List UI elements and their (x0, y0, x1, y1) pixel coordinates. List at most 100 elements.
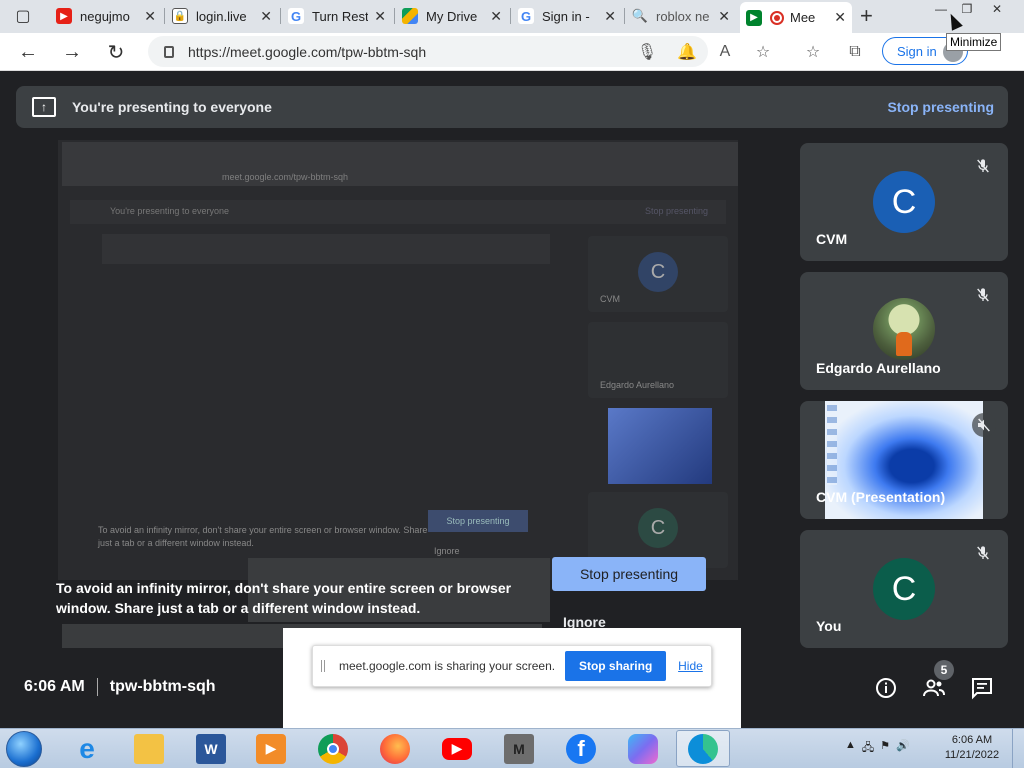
meeting-details-icon[interactable] (873, 675, 899, 701)
tab-title: My Drive (426, 8, 478, 24)
facebook-icon: f (566, 733, 596, 764)
network-icon[interactable]: 🖧 (862, 739, 874, 758)
back-icon[interactable]: ← (16, 40, 40, 64)
show-hidden-icons-icon[interactable]: ▲ (845, 739, 856, 758)
tab-title: login.live (196, 8, 247, 24)
document-icon: 🔒 (172, 8, 188, 24)
collections-icon[interactable]: ⧉ (844, 41, 866, 63)
browser-tab-4[interactable]: My Drive ✕ (396, 2, 508, 30)
google-icon: G (288, 8, 304, 24)
new-tab-button[interactable]: + (860, 3, 873, 29)
tab-title: negujmo (80, 8, 130, 24)
taskbar-word[interactable]: W (184, 730, 238, 767)
microphone-icon[interactable]: 🎙 (636, 41, 658, 63)
participant-name: You (816, 618, 842, 634)
refresh-icon[interactable]: ↻ (104, 40, 128, 64)
show-desktop-button[interactable] (1012, 729, 1024, 768)
mirror-ignore: Ignore (434, 546, 460, 556)
participant-name: Edgardo Aurellano (816, 360, 941, 376)
participant-tile-cvm[interactable]: C CVM (800, 143, 1008, 261)
browser-tab-1[interactable]: ▶ negujmo ✕ (50, 2, 162, 30)
close-tab-icon[interactable]: ✕ (260, 8, 272, 25)
browser-tab-strip: ▢ ▶ negujmo ✕ 🔒 login.live ✕ G Turn Rest… (0, 0, 1024, 33)
browser-tab-3[interactable]: G Turn Rest ✕ (282, 2, 392, 30)
add-favorite-icon[interactable]: ☆ (752, 41, 774, 63)
taskbar-ie[interactable]: e (60, 730, 114, 767)
sign-in-label: Sign in (897, 43, 937, 59)
flag-icon[interactable]: ⚑ (880, 739, 890, 758)
people-count-badge: 5 (934, 660, 954, 680)
mirror-tile: C CVM (588, 236, 728, 312)
read-aloud-icon[interactable]: A (714, 41, 736, 63)
volume-icon[interactable]: 🔊 (896, 739, 910, 758)
present-screen-icon: ↑ (32, 97, 56, 117)
mirror-main-area (102, 234, 550, 264)
firefox-icon (380, 733, 410, 764)
mirror-tile-label: CVM (600, 294, 620, 304)
close-window-button[interactable]: ✕ (984, 0, 1010, 18)
taskbar-firefox[interactable] (368, 730, 422, 767)
taskbar-media[interactable]: ▶ (244, 730, 298, 767)
mirror-banner-text: You're presenting to everyone (110, 206, 229, 216)
recording-icon (770, 10, 784, 25)
stop-sharing-button[interactable]: Stop sharing (565, 651, 667, 681)
close-tab-icon[interactable]: ✕ (144, 8, 156, 25)
browser-tab-2[interactable]: 🔒 login.live ✕ (166, 2, 278, 30)
system-tray: ▲ 🖧 ⚑ 🔊 (845, 739, 910, 758)
participant-tile-edgardo[interactable]: Edgardo Aurellano (800, 272, 1008, 390)
mirror-browser-chrome: meet.google.com/tpw-bbtm-sqh (62, 142, 738, 186)
taskbar-explorer[interactable] (122, 730, 176, 767)
mic-off-icon (974, 157, 992, 175)
taskbar-copilot[interactable] (616, 730, 670, 767)
chat-icon[interactable] (969, 675, 995, 701)
google-icon: G (518, 8, 534, 24)
windows-taskbar: e W ▶ ▶ M f ▲ 🖧 ⚑ 🔊 6:06 AM 11/21/2022 (0, 728, 1024, 768)
mirror-banner-stop: Stop presenting (644, 206, 708, 216)
avatar: C (873, 558, 935, 620)
youtube-icon: ▶ (56, 8, 72, 24)
browser-tab-5[interactable]: G Sign in - ✕ (512, 2, 622, 30)
browser-tab-6[interactable]: 🔍 roblox ne ✕ (626, 2, 736, 30)
taskbar-chrome[interactable] (306, 730, 360, 767)
participant-tile-presentation[interactable]: CVM (Presentation) (800, 401, 1008, 519)
address-toolbar: ← → ↻ https://meet.google.com/tpw-bbtm-s… (0, 33, 1024, 71)
stop-presenting-button[interactable]: Stop presenting (552, 557, 706, 591)
stop-presenting-link[interactable]: Stop presenting (887, 99, 994, 115)
mirror-stop-button: Stop presenting (428, 510, 528, 532)
forward-icon[interactable]: → (60, 40, 84, 64)
chrome-icon (318, 733, 348, 764)
participant-tile-you[interactable]: C You (800, 530, 1008, 648)
taskbar-facebook[interactable]: f (554, 730, 608, 767)
hide-link[interactable]: Hide (678, 659, 703, 673)
meeting-info: 6:06 AM tpw-bbtm-sqh (24, 678, 216, 696)
copilot-icon (628, 733, 658, 764)
mic-off-icon (974, 544, 992, 562)
tab-actions-icon[interactable]: ▢ (8, 4, 38, 28)
favorites-icon[interactable]: ☆ (802, 41, 824, 63)
close-tab-icon[interactable]: ✕ (374, 8, 386, 25)
mirror-tile-label: Edgardo Aurellano (600, 380, 675, 390)
presenting-banner: ↑ You're presenting to everyone Stop pre… (16, 86, 1008, 128)
address-bar[interactable]: https://meet.google.com/tpw-bbtm-sqh (148, 36, 708, 67)
clock-date: 11/21/2022 (944, 749, 1000, 761)
notifications-blocked-icon[interactable]: 🔔 (676, 41, 698, 63)
lock-icon (164, 45, 174, 58)
tab-title: roblox ne (656, 8, 710, 24)
close-tab-icon[interactable]: ✕ (718, 8, 730, 25)
url-text: https://meet.google.com/tpw-bbtm-sqh (188, 43, 427, 60)
mirror-tile: Edgardo Aurellano (588, 322, 728, 398)
close-tab-icon[interactable]: ✕ (834, 9, 846, 26)
close-tab-icon[interactable]: ✕ (604, 8, 616, 25)
start-button[interactable] (6, 731, 42, 767)
presenting-text: You're presenting to everyone (72, 99, 272, 115)
close-tab-icon[interactable]: ✕ (490, 8, 502, 25)
browser-tab-meet-active[interactable]: ▶ Mee ✕ (740, 2, 852, 33)
system-clock[interactable]: 6:06 AM 11/21/2022 (944, 733, 1000, 763)
taskbar-m-app[interactable]: M (492, 730, 546, 767)
taskbar-youtube[interactable]: ▶ (430, 730, 484, 767)
sharing-text: meet.google.com is sharing your screen. (339, 659, 556, 673)
taskbar-edge[interactable] (676, 730, 730, 767)
clock-time: 6:06 AM (951, 734, 993, 746)
avatar (873, 298, 935, 360)
drag-handle-icon[interactable] (321, 660, 325, 672)
